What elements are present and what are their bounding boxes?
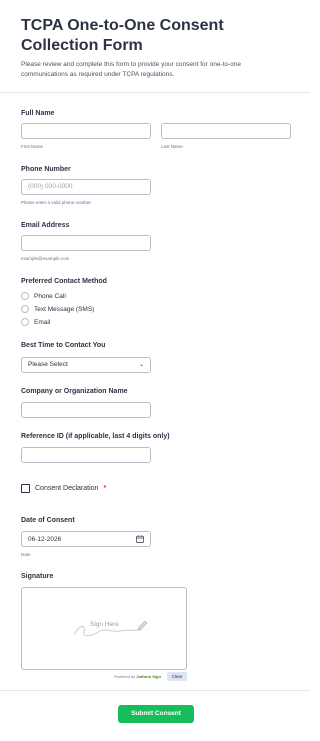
radio-email[interactable]: Email bbox=[21, 318, 50, 326]
radio-text-message[interactable]: Text Message (SMS) bbox=[21, 305, 94, 313]
phone-input[interactable]: (000) 000-0000 bbox=[21, 179, 151, 195]
powered-by: Powered by Jotform Sign bbox=[114, 674, 161, 679]
first-name-sublabel: First Name bbox=[21, 144, 44, 149]
last-name-input[interactable] bbox=[161, 123, 291, 139]
radio-circle[interactable] bbox=[21, 292, 29, 300]
company-input[interactable] bbox=[21, 402, 151, 418]
select-value: Please Select bbox=[28, 361, 68, 368]
reference-label: Reference ID (if applicable, last 4 digi… bbox=[21, 433, 170, 440]
radio-label: Text Message (SMS) bbox=[34, 305, 95, 313]
best-time-select[interactable]: Please Select ⌄ bbox=[21, 357, 151, 373]
powered-prefix: Powered by bbox=[114, 674, 137, 679]
signature-pad[interactable]: Sign Here bbox=[21, 587, 187, 670]
date-label: Date of Consent bbox=[21, 517, 75, 524]
date-value: 06-12-2026 bbox=[28, 535, 62, 543]
contact-method-label: Preferred Contact Method bbox=[21, 278, 107, 285]
date-input[interactable]: 06-12-2026 bbox=[21, 531, 151, 547]
pen-icon bbox=[137, 620, 148, 631]
powered-brand: Jotform Sign bbox=[136, 674, 161, 679]
phone-label: Phone Number bbox=[21, 166, 71, 173]
first-name-input[interactable] bbox=[21, 123, 151, 139]
email-input[interactable] bbox=[21, 235, 151, 251]
reference-input[interactable] bbox=[21, 447, 151, 463]
form-title: TCPA One-to-One Consent Collection Form bbox=[21, 17, 224, 54]
radio-label: Phone Call bbox=[34, 292, 66, 300]
consent-checkbox-row[interactable]: Consent Declaration * bbox=[21, 484, 106, 493]
signature-label: Signature bbox=[21, 573, 54, 580]
submit-button[interactable]: Submit Consent bbox=[118, 705, 194, 723]
form-description: Please review and complete this form to … bbox=[21, 61, 242, 78]
last-name-sublabel: Last Name bbox=[161, 144, 183, 149]
calendar-icon[interactable] bbox=[136, 535, 144, 543]
company-label: Company or Organization Name bbox=[21, 388, 128, 395]
form-header: TCPA One-to-One Consent Collection Form … bbox=[0, 0, 310, 93]
phone-sublabel: Please enter a valid phone number. bbox=[21, 200, 92, 205]
best-time-label: Best Time to Contact You bbox=[21, 342, 106, 349]
chevron-down-icon: ⌄ bbox=[138, 362, 144, 368]
footer-divider bbox=[0, 690, 310, 691]
radio-phone-call[interactable]: Phone Call bbox=[21, 292, 66, 300]
date-sublabel: Date bbox=[21, 552, 31, 557]
email-label: Email Address bbox=[21, 222, 70, 229]
consent-checkbox[interactable] bbox=[21, 484, 30, 493]
clear-signature-button[interactable]: Clear bbox=[167, 672, 187, 681]
radio-circle[interactable] bbox=[21, 318, 29, 326]
full-name-label: Full Name bbox=[21, 110, 55, 117]
radio-label: Email bbox=[34, 318, 51, 326]
consent-label: Consent Declaration bbox=[35, 485, 99, 492]
required-mark: * bbox=[103, 485, 107, 492]
radio-circle[interactable] bbox=[21, 305, 29, 313]
email-sublabel: example@example.com bbox=[21, 256, 70, 261]
